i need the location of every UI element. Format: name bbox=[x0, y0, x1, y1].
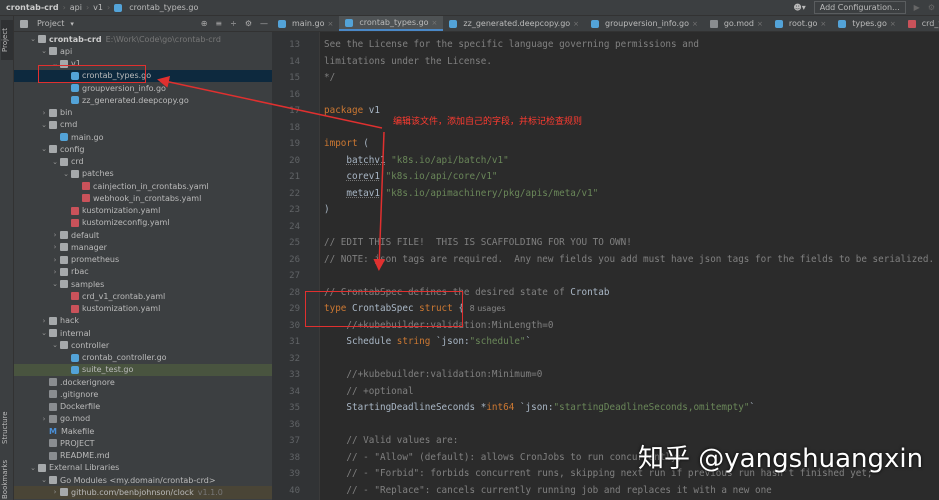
arrow-to-struct bbox=[373, 131, 386, 271]
arrow-to-file bbox=[157, 76, 383, 129]
watermark: 知乎 @yangshuangxin bbox=[638, 444, 924, 474]
annotation-arrows bbox=[157, 76, 386, 271]
annotation-note: 编辑该文件，添加自己的字段，并标记检查规则 bbox=[393, 117, 583, 127]
